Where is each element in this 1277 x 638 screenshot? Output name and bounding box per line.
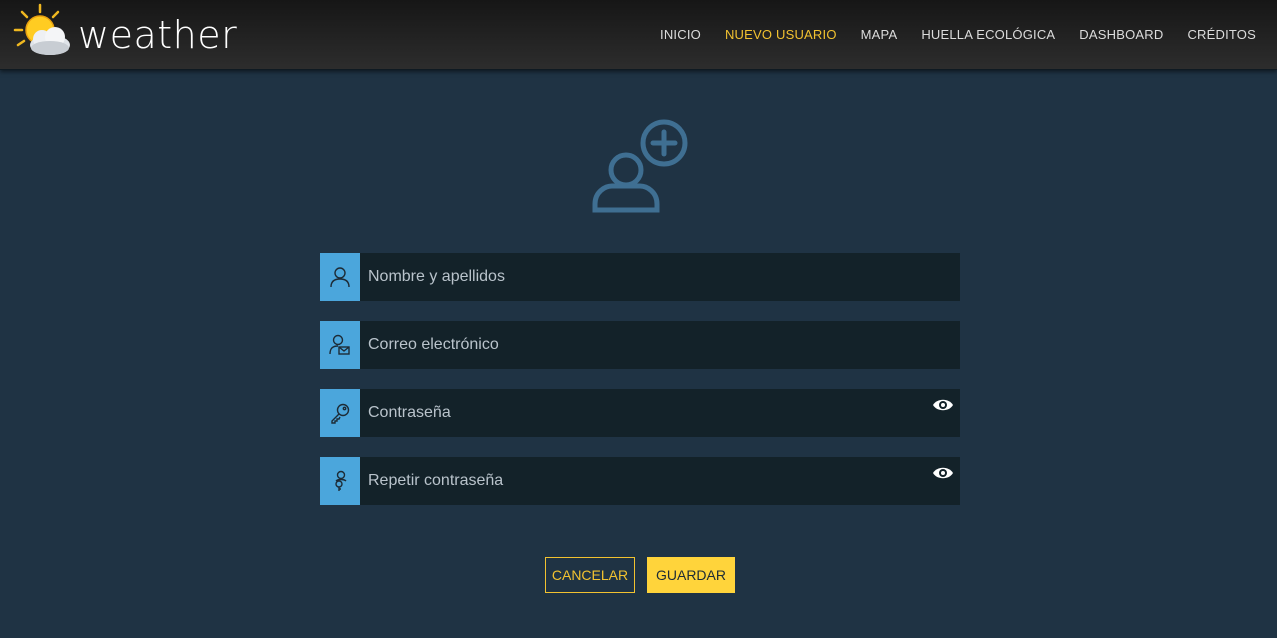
nav-item-mapa[interactable]: MAPA <box>861 26 898 44</box>
save-button[interactable]: GUARDAR <box>647 557 735 593</box>
nav-item-creditos[interactable]: CRÉDITOS <box>1187 26 1256 44</box>
user-mail-icon <box>320 321 360 369</box>
email-input[interactable] <box>368 321 928 369</box>
weather-logo-icon[interactable] <box>10 3 74 63</box>
repeat-password-input[interactable] <box>368 457 928 505</box>
nav-item-huella-ecologica[interactable]: HUELLA ECOLÓGICA <box>921 26 1055 44</box>
brand-name[interactable]: weather <box>78 10 237 60</box>
user-key-icon <box>320 457 360 505</box>
nav-item-inicio[interactable]: INICIO <box>660 26 701 44</box>
email-field <box>320 321 960 369</box>
password-field <box>320 389 960 437</box>
top-navbar: weather INICIO NUEVO USUARIO MAPA HUELLA… <box>0 0 1277 70</box>
eye-icon[interactable] <box>932 466 954 480</box>
cancel-button[interactable]: CANCELAR <box>545 557 635 593</box>
name-field <box>320 253 960 301</box>
eye-icon[interactable] <box>932 398 954 412</box>
key-icon <box>320 389 360 437</box>
name-input[interactable] <box>368 253 928 301</box>
nav-item-dashboard[interactable]: DASHBOARD <box>1079 26 1163 44</box>
repeat-password-field <box>320 457 960 505</box>
user-add-icon <box>592 119 688 213</box>
main-nav: INICIO NUEVO USUARIO MAPA HUELLA ECOLÓGI… <box>660 26 1256 44</box>
nav-item-nuevo-usuario[interactable]: NUEVO USUARIO <box>725 26 837 44</box>
password-input[interactable] <box>368 389 928 437</box>
user-icon <box>320 253 360 301</box>
